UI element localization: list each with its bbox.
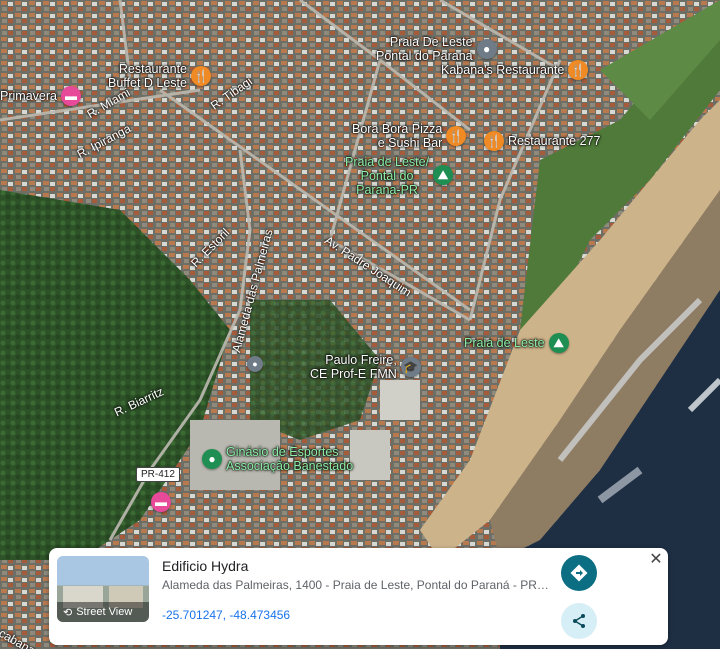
restaurant-icon: 🍴 [446, 126, 467, 146]
map-pin-icon: ● [476, 39, 497, 59]
place-title: Edificio Hydra [162, 558, 249, 574]
praia-de-leste-beach-poi[interactable]: ⛰ Praia de Leste [464, 333, 569, 353]
map-pin-icon: ● [247, 356, 263, 372]
poi-label: Ginásio de Esportes Associação Banestado [226, 445, 354, 473]
directions-icon [570, 564, 588, 582]
place-address: Alameda das Palmeiras, 1400 - Praia de L… [162, 578, 552, 592]
close-button[interactable]: ✕ [646, 550, 666, 570]
share-button[interactable] [561, 603, 597, 639]
street-view-label[interactable]: ⟲ Street View [57, 602, 149, 622]
praia-de-leste-pontal-poi[interactable]: ● Praia De Leste Pontal do Parana [376, 35, 497, 63]
hotel-icon: ▬ [151, 492, 171, 512]
park-icon: ● [202, 449, 222, 469]
bora-bora-pizza-poi[interactable]: 🍴 Bora Bora Pizza e Sushi Bar [352, 122, 467, 150]
poi-label: Bora Bora Pizza e Sushi Bar [352, 122, 443, 150]
kabanas-restaurante-poi[interactable]: 🍴 Kabana's Restaurante [441, 60, 589, 80]
restaurante-277-poi[interactable]: 🍴 Restaurante 277 [484, 131, 600, 151]
poi-label: Kabana's Restaurante [441, 63, 565, 77]
directions-button[interactable] [561, 555, 597, 591]
poi-label: Restaurante Buffet D Leste [108, 62, 187, 90]
poi-label: Praia De Leste Pontal do Parana [376, 35, 473, 63]
school-icon: 🎓 [400, 357, 421, 377]
place-coordinates[interactable]: -25.701247, -48.473456 [162, 608, 290, 622]
ginasio-poi[interactable]: ● Ginásio de Esportes Associação Banestad… [202, 445, 353, 473]
praia-de-leste-pr-poi[interactable]: ⛰ Praia de Leste/Pontal do Parana-PR [345, 155, 454, 197]
route-shield: PR-412 [136, 467, 180, 482]
street-view-thumbnail[interactable]: ⟲ Street View [57, 556, 149, 622]
restaurant-icon: 🍴 [568, 60, 589, 80]
park-icon: ⛰ [433, 165, 454, 185]
street-view-icon: ⟲ [63, 606, 73, 619]
primavera-poi[interactable]: ▬ Primavera [0, 86, 81, 106]
share-icon [573, 614, 585, 628]
place-card: ⟲ Street View Edificio Hydra Alameda das… [49, 548, 668, 645]
gray-pin-poi[interactable]: ● [247, 356, 263, 372]
poi-label: Restaurante 277 [508, 134, 601, 148]
restaurant-icon: 🍴 [484, 131, 504, 151]
paulo-freire-school-poi[interactable]: 🎓 Paulo Freire, CE Prof-E FMN [310, 353, 421, 381]
poi-label: Primavera [0, 89, 57, 103]
park-icon: ⛰ [548, 333, 569, 353]
hotel-pin-poi[interactable]: ▬ [151, 492, 171, 512]
poi-label: Praia de Leste/Pontal do Parana-PR [345, 155, 430, 197]
poi-label: Paulo Freire, CE Prof-E FMN [310, 353, 397, 381]
hotel-icon: ▬ [60, 86, 81, 106]
poi-label: Praia de Leste [464, 336, 545, 350]
restaurant-icon: 🍴 [191, 66, 211, 86]
